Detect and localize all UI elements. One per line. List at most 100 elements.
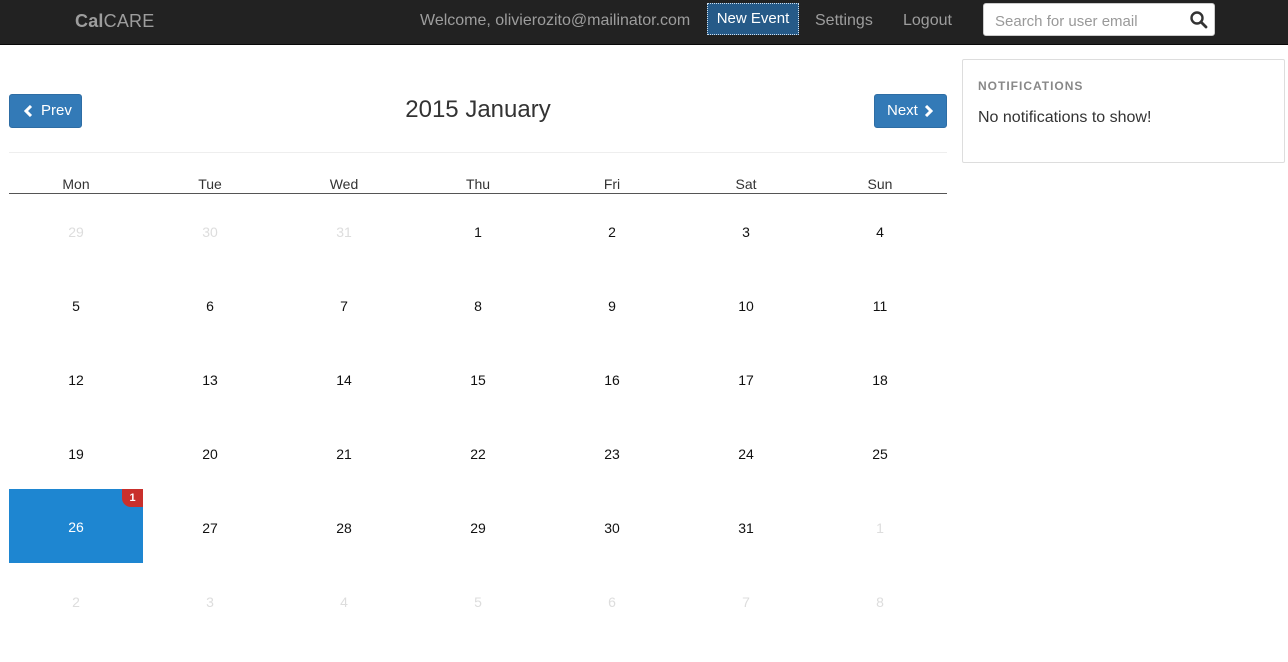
day-number: 24 [738, 446, 754, 462]
calendar-day[interactable]: 22 [411, 416, 545, 490]
calendar-day[interactable]: 1 [813, 490, 947, 564]
calendar-day[interactable]: 7 [277, 268, 411, 342]
day-number: 10 [738, 298, 754, 314]
calendar-day[interactable]: 18 [813, 342, 947, 416]
day-number: 4 [340, 594, 348, 610]
day-number: 6 [206, 298, 214, 314]
day-number: 29 [68, 224, 84, 240]
day-number: 14 [336, 372, 352, 388]
calendar-day[interactable]: 8 [813, 564, 947, 638]
day-number: 2 [72, 594, 80, 610]
calendar-day[interactable]: 3 [679, 194, 813, 268]
calendar-day[interactable]: 29 [411, 490, 545, 564]
calendar-day[interactable]: 17 [679, 342, 813, 416]
calendar-day[interactable]: 25 [813, 416, 947, 490]
weekday-label: Wed [329, 176, 359, 192]
brand-rest: CARE [103, 11, 155, 31]
day-number: 25 [872, 446, 888, 462]
day-number: 12 [68, 372, 84, 388]
calendar-day[interactable]: 12 [9, 342, 143, 416]
day-number: 19 [68, 446, 84, 462]
brand-logo[interactable]: CalCARE [75, 11, 154, 32]
next-label: Next [887, 102, 918, 119]
settings-link[interactable]: Settings [815, 12, 873, 30]
calendar-day[interactable]: 30 [143, 194, 277, 268]
calendar-day[interactable]: 24 [679, 416, 813, 490]
calendar-day[interactable]: 2 [545, 194, 679, 268]
day-number: 17 [738, 372, 754, 388]
day-number: 1 [876, 520, 884, 536]
new-event-button[interactable]: New Event [707, 3, 799, 35]
notifications-title: NOTIFICATIONS [978, 79, 1084, 93]
day-number: 29 [470, 520, 486, 536]
day-number: 3 [206, 594, 214, 610]
calendar-day[interactable]: 4 [813, 194, 947, 268]
day-number: 2 [608, 224, 616, 240]
calendar-day[interactable]: 16 [545, 342, 679, 416]
calendar-day[interactable]: 27 [143, 490, 277, 564]
search-icon[interactable] [1189, 10, 1209, 30]
day-number: 30 [604, 520, 620, 536]
calendar-day[interactable]: 11 [813, 268, 947, 342]
weekday-label: Mon [62, 176, 90, 192]
calendar-day[interactable]: 6 [143, 268, 277, 342]
day-number: 13 [202, 372, 218, 388]
calendar-day[interactable]: 5 [411, 564, 545, 638]
calendar-day[interactable]: 4 [277, 564, 411, 638]
day-number: 1 [474, 224, 482, 240]
calendar-day[interactable]: 13 [143, 342, 277, 416]
calendar-day[interactable]: 29 [9, 194, 143, 268]
day-number: 23 [604, 446, 620, 462]
calendar-day[interactable]: 15 [411, 342, 545, 416]
weekday-header-row: Mon Tue Wed Thu Fri Sat Sun [9, 176, 947, 194]
day-number: 20 [202, 446, 218, 462]
calendar-day[interactable]: 2 [9, 564, 143, 638]
day-number: 8 [876, 594, 884, 610]
welcome-text: Welcome, olivierozito@mailinator.com [420, 12, 691, 29]
day-number: 5 [474, 594, 482, 610]
day-number: 8 [474, 298, 482, 314]
event-count-badge: 1 [122, 489, 143, 507]
logout-link[interactable]: Logout [903, 12, 952, 30]
day-number: 7 [742, 594, 750, 610]
header-divider [9, 152, 947, 153]
calendar-day[interactable]: 7 [679, 564, 813, 638]
day-number: 31 [336, 224, 352, 240]
day-number: 9 [608, 298, 616, 314]
calendar-day[interactable]: 19 [9, 416, 143, 490]
calendar-day[interactable]: 28 [277, 490, 411, 564]
calendar-day[interactable]: 8 [411, 268, 545, 342]
calendar-day[interactable]: 10 [679, 268, 813, 342]
weekday-label: Sat [735, 176, 757, 192]
day-number: 15 [470, 372, 486, 388]
calendar-day[interactable]: 6 [545, 564, 679, 638]
calendar-day[interactable]: 20 [143, 416, 277, 490]
calendar-day[interactable]: 31 [679, 490, 813, 564]
calendar-day[interactable]: 30 [545, 490, 679, 564]
user-search-input[interactable] [995, 11, 1175, 31]
brand-bold: Cal [75, 11, 104, 31]
day-number: 22 [470, 446, 486, 462]
day-number: 5 [72, 298, 80, 314]
day-number: 31 [738, 520, 754, 536]
next-month-button[interactable]: Next [874, 94, 947, 128]
calendar-day[interactable]: 23 [545, 416, 679, 490]
calendar-day-today[interactable]: 26 1 [9, 489, 143, 563]
calendar-day[interactable]: 14 [277, 342, 411, 416]
calendar-day[interactable]: 9 [545, 268, 679, 342]
day-number: 7 [340, 298, 348, 314]
calendar-day[interactable]: 5 [9, 268, 143, 342]
calendar-day[interactable]: 21 [277, 416, 411, 490]
day-number: 30 [202, 224, 218, 240]
day-number: 18 [872, 372, 888, 388]
day-number: 4 [876, 224, 884, 240]
top-navbar: CalCARE Welcome, olivierozito@mailinator… [0, 0, 1288, 45]
calendar-month-title: 2015 January [405, 96, 551, 123]
weekday-label: Tue [198, 176, 222, 192]
notifications-empty-message: No notifications to show! [978, 109, 1152, 126]
calendar-day[interactable]: 31 [277, 194, 411, 268]
calendar-day[interactable]: 3 [143, 564, 277, 638]
day-number: 6 [608, 594, 616, 610]
day-number: 3 [742, 224, 750, 240]
calendar-day[interactable]: 1 [411, 194, 545, 268]
